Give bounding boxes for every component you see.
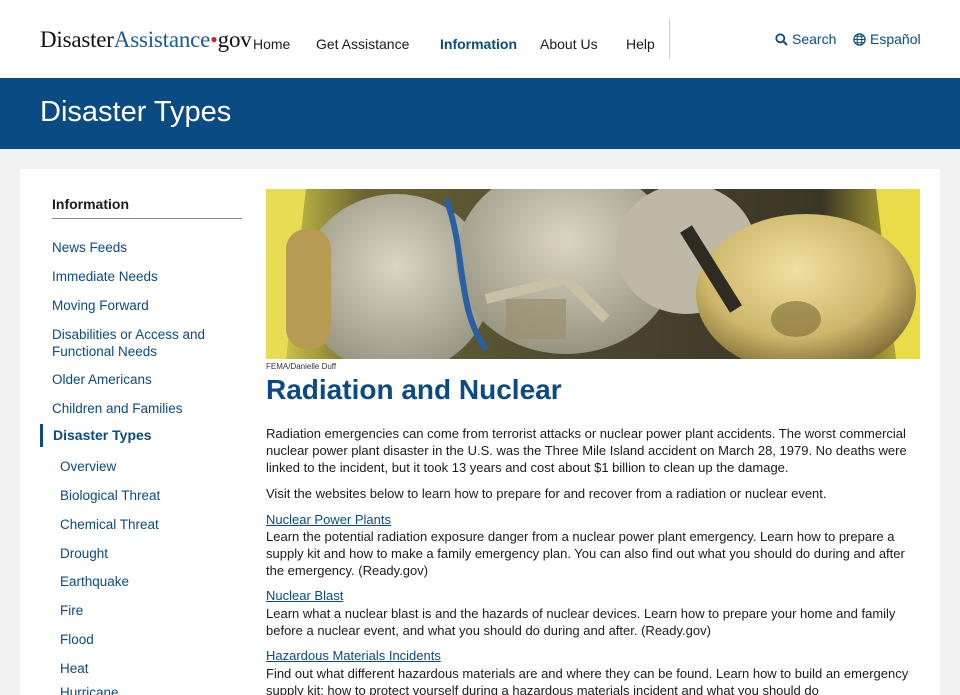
sidebar-subitem-heat[interactable]: Heat — [60, 660, 89, 677]
page-title: Radiation and Nuclear — [266, 374, 562, 405]
hero-photo-illustration — [266, 189, 920, 359]
nav-home[interactable]: Home — [253, 36, 290, 52]
site-logo[interactable]: DisasterAssistance•gov — [40, 27, 252, 53]
search-link[interactable]: Search — [775, 31, 836, 47]
search-label: Search — [792, 31, 837, 47]
banner-title: Disaster Types — [40, 96, 232, 128]
nav-get-assistance[interactable]: Get Assistance — [316, 36, 409, 52]
sidebar-item-older-americans[interactable]: Older Americans — [52, 371, 152, 388]
resource-link-hazardous-materials[interactable]: Hazardous Materials Incidents — [266, 648, 441, 663]
site-header: DisasterAssistance•gov Home Get Assistan… — [0, 0, 960, 78]
sidebar-subitem-overview[interactable]: Overview — [60, 458, 116, 475]
globe-icon — [853, 32, 866, 46]
nav-divider — [669, 19, 670, 59]
sidebar-item-disaster-types[interactable]: Disaster Types — [40, 424, 230, 447]
resource-text-nuclear-power-plants: Learn the potential radiation exposure d… — [266, 529, 905, 578]
sidebar-item-immediate-needs[interactable]: Immediate Needs — [52, 268, 158, 285]
intro-paragraph: Radiation emergencies can come from terr… — [266, 426, 907, 475]
sidebar-subitem-flood[interactable]: Flood — [60, 631, 94, 648]
logo-text-gov: gov — [217, 27, 252, 52]
sidebar-item-moving-forward[interactable]: Moving Forward — [52, 297, 149, 314]
sidebar-subitem-hurricane[interactable]: Hurricane — [60, 684, 119, 695]
search-icon — [775, 32, 788, 46]
sidebar-item-children-families[interactable]: Children and Families — [52, 400, 183, 417]
resource-link-nuclear-power-plants[interactable]: Nuclear Power Plants — [266, 512, 391, 527]
resource-link-nuclear-blast[interactable]: Nuclear Blast — [266, 588, 343, 603]
nav-help[interactable]: Help — [626, 36, 655, 52]
language-link[interactable]: Español — [853, 31, 921, 47]
sidebar-item-news-feeds[interactable]: News Feeds — [52, 239, 127, 256]
hero-photo — [266, 189, 920, 359]
resource-text-hazardous-materials: Find out what different hazardous materi… — [266, 666, 909, 695]
resource-text-nuclear-blast: Learn what a nuclear blast is and the ha… — [266, 606, 896, 638]
logo-text-assistance: Assistance — [113, 27, 211, 52]
sidebar-subitem-drought[interactable]: Drought — [60, 545, 108, 562]
language-label: Español — [870, 31, 921, 47]
sidebar-subitem-chemical-threat[interactable]: Chemical Threat — [60, 516, 159, 533]
sidebar-nav: Information News Feeds Immediate Needs M… — [40, 196, 242, 695]
nav-information[interactable]: Information — [440, 36, 517, 52]
logo-dot: • — [210, 27, 218, 52]
sidebar-item-disabilities[interactable]: Disabilities or Access and Functional Ne… — [52, 326, 222, 360]
sidebar-subitem-earthquake[interactable]: Earthquake — [60, 573, 129, 590]
sidebar-subitem-fire[interactable]: Fire — [60, 602, 83, 619]
sidebar-subitem-biological-threat[interactable]: Biological Threat — [60, 487, 160, 504]
photo-credit: FEMA/Danielle Duff — [266, 362, 337, 371]
logo-text-disaster: Disaster — [40, 27, 114, 52]
visit-paragraph: Visit the websites below to learn how to… — [266, 486, 827, 501]
page-banner: Disaster Types — [0, 78, 960, 149]
sidebar-heading: Information — [52, 196, 242, 219]
nav-about-us[interactable]: About Us — [540, 36, 598, 52]
